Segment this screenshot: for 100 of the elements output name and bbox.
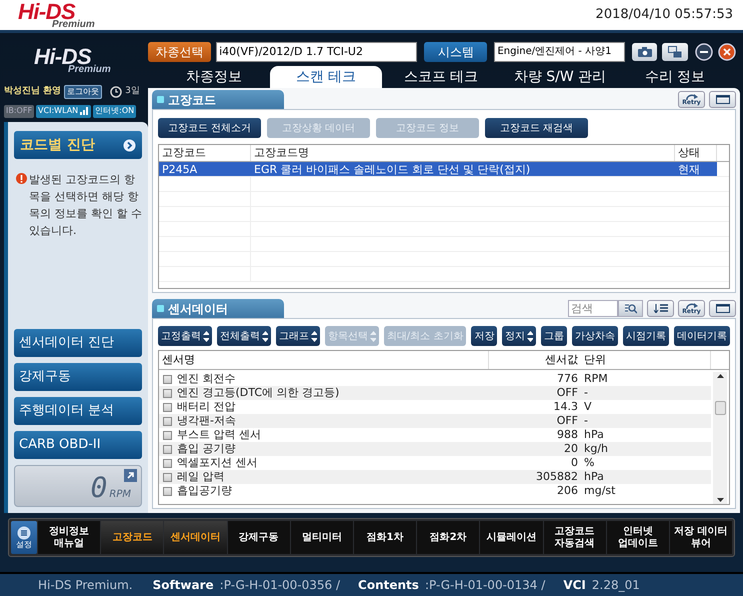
sort-list-button[interactable] <box>647 300 674 317</box>
table-cell-text: % <box>583 456 596 470</box>
system-field[interactable]: Engine/엔진제어 - 사양1 <box>494 42 625 62</box>
side-menu-button[interactable]: 센서데이터 진단 <box>14 329 142 357</box>
vehicle-field[interactable]: i40(VF)/2012/D 1.7 TCI-U2 <box>216 42 418 62</box>
search-field[interactable]: 검색 <box>568 300 618 317</box>
logo-subtitle: Premium <box>68 64 111 74</box>
close-icon <box>718 43 736 61</box>
toolbar-button[interactable]: 시점기록 <box>623 326 669 346</box>
table-cell-text: 20 <box>563 442 579 456</box>
table-cell-text: EGR 쿨러 바이패스 솔레노이드 회로 단선 및 단락(접지) <box>253 162 532 176</box>
checkbox[interactable] <box>163 374 172 384</box>
toolbar-button[interactable]: 데이터기록 <box>674 326 730 346</box>
column-header: 단위 <box>581 351 711 369</box>
toolbar-item[interactable]: 인터넷 업데이트 <box>606 521 669 554</box>
checkbox[interactable] <box>163 472 172 482</box>
section-title: 고장코드 <box>168 92 216 108</box>
main-tab[interactable]: 스캔 테크 <box>270 66 382 88</box>
section-title: 센서데이터 <box>168 300 228 318</box>
settings-icon <box>17 526 31 540</box>
main-tab[interactable]: 차종정보 <box>158 66 270 88</box>
table-cell-text: mg/st <box>583 484 616 498</box>
settings-button[interactable]: 설정 <box>11 521 37 554</box>
minimize-button[interactable] <box>695 43 713 61</box>
vehicle-select-button[interactable]: 차종선택 <box>148 42 212 62</box>
table-cell-text: 레일 압력 <box>177 470 226 484</box>
table-row[interactable]: P245A EGR 쿨러 바이패스 솔레노이드 회로 단선 및 단락(접지) 현재 <box>159 162 717 176</box>
toolbar-button[interactable]: 그래프 <box>276 326 320 346</box>
camera-button[interactable] <box>632 43 658 61</box>
toolbar-button[interactable]: 저장 <box>471 326 498 346</box>
table-cell-text: hPa <box>583 428 605 442</box>
toolbar-item[interactable]: 점화2차 <box>417 521 480 554</box>
main-tab[interactable]: 차량 S/W 관리 <box>500 66 620 88</box>
toolbar-button[interactable]: 그룹 <box>541 326 568 346</box>
toolbar-item[interactable]: 강제구동 <box>228 521 290 554</box>
refresh-icon <box>686 302 698 308</box>
code-diagnosis-button[interactable]: 코드별 진단 <box>14 131 142 159</box>
toolbar-item[interactable]: 저장 데이터 뷰어 <box>670 521 732 554</box>
table-cell-text: - <box>583 386 589 400</box>
toolbar-button[interactable]: 정지 <box>502 326 536 346</box>
toolbar-button[interactable]: 고장코드 전체소거 <box>158 118 261 138</box>
toolbar-item[interactable]: 시뮬레이션 <box>480 521 542 554</box>
table-cell-text: 776 <box>556 372 579 386</box>
table-cell-text: 엔진 회전수 <box>177 372 236 386</box>
checkbox[interactable] <box>163 416 172 426</box>
side-menu-button[interactable]: 강제구동 <box>14 363 142 391</box>
checkbox[interactable] <box>163 430 172 440</box>
checkbox[interactable] <box>163 486 172 496</box>
bullet-icon <box>157 96 164 103</box>
scroll-thumb[interactable] <box>714 401 726 415</box>
main-tab[interactable]: 수리 정보 <box>620 66 730 88</box>
info-text: 발생된 고장코드의 항목을 선택하면 해당 항목의 정보를 확인 할 수 있습니다. <box>29 172 142 239</box>
table-cell-text: 14.3 <box>552 400 579 414</box>
up-down-caret-icon <box>370 330 376 342</box>
signal-icon <box>80 107 90 115</box>
table-cell-text: - <box>583 414 589 428</box>
screen-switch-button[interactable] <box>662 43 688 61</box>
table-cell-text: 현재 <box>677 162 701 176</box>
up-down-caret-icon <box>310 330 317 342</box>
table-cell-text: 305882 <box>535 470 579 484</box>
search-button[interactable] <box>618 300 643 317</box>
maximize-button[interactable] <box>709 91 736 108</box>
toolbar-button[interactable]: 고장코드 재검색 <box>485 118 588 138</box>
toolbar-item[interactable]: 고장코드 <box>101 521 164 554</box>
toolbar-item[interactable]: 점화1차 <box>354 521 416 554</box>
checkbox[interactable] <box>163 402 172 412</box>
status-value: 2.28_01 <box>592 577 640 594</box>
table-cell-text: hPa <box>583 470 605 484</box>
toolbar-button[interactable]: 고정출력 <box>158 326 212 346</box>
close-button[interactable] <box>718 43 736 61</box>
maximize-button[interactable] <box>709 300 736 317</box>
window-icon <box>716 95 730 104</box>
table-cell-text: kg/h <box>583 442 610 456</box>
toolbar-item[interactable]: 센서데이터 <box>164 521 227 554</box>
alert-icon <box>16 173 27 184</box>
date-time: 2018/04/10 05:57:53 <box>596 6 733 24</box>
up-down-caret-icon <box>262 330 268 342</box>
system-button[interactable]: 시스템 <box>424 42 488 62</box>
checkbox[interactable] <box>163 458 172 468</box>
expand-icon <box>124 469 137 482</box>
table-cell-text: 0 <box>570 456 579 470</box>
logout-button[interactable]: 로그아웃 <box>64 85 102 99</box>
toolbar-button[interactable]: 가상차속 <box>572 326 618 346</box>
toolbar-item[interactable]: 고장코드 자동검색 <box>544 521 606 554</box>
status-value: :P-G-H-01-00-0356 / <box>220 577 340 594</box>
toolbar-item[interactable]: 정비정보 매뉴얼 <box>38 521 100 554</box>
toolbar-button[interactable]: 전체출력 <box>216 326 271 346</box>
gauge-value: 0 <box>90 474 108 502</box>
toolbar-item[interactable]: 멀티미터 <box>290 521 353 554</box>
checkbox[interactable] <box>163 388 172 398</box>
scrollbar[interactable] <box>713 372 727 504</box>
column-header: 상태 <box>675 145 717 161</box>
table-cell-text: 냉각팬-저속 <box>177 414 237 428</box>
main-tab[interactable]: 스코프 테크 <box>382 66 500 88</box>
status-label: Contents <box>358 577 419 594</box>
checkbox[interactable] <box>163 444 172 454</box>
side-menu-button[interactable]: 주행데이터 분석 <box>14 397 142 425</box>
table-cell-text: OFF <box>556 386 579 400</box>
side-menu-button[interactable]: CARB OBD-II <box>14 431 142 459</box>
refresh-icon <box>686 94 698 100</box>
